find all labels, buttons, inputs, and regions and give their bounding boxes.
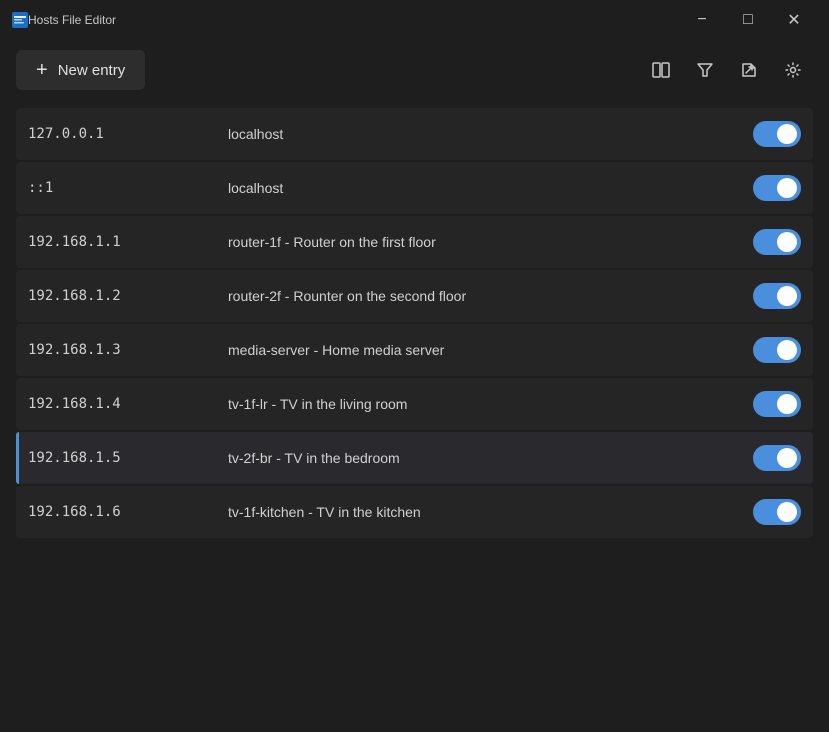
toggle-slider: [753, 175, 801, 201]
table-row[interactable]: 192.168.1.3media-server - Home media ser…: [16, 324, 813, 376]
toggle-slider: [753, 121, 801, 147]
table-row[interactable]: 192.168.1.2router-2f - Rounter on the se…: [16, 270, 813, 322]
settings-icon: [783, 60, 803, 80]
toggle-slider: [753, 229, 801, 255]
toggle-slider: [753, 283, 801, 309]
filter-icon: [695, 60, 715, 80]
entry-hostname: localhost: [228, 180, 753, 196]
entry-ip: 192.168.1.3: [28, 342, 228, 358]
entry-ip: 192.168.1.1: [28, 234, 228, 250]
entry-toggle[interactable]: [753, 283, 801, 309]
toggle-slider: [753, 445, 801, 471]
entry-toggle[interactable]: [753, 337, 801, 363]
split-icon: [651, 60, 671, 80]
close-button[interactable]: ✕: [771, 4, 817, 36]
entry-ip: ::1: [28, 180, 228, 196]
settings-button[interactable]: [773, 50, 813, 90]
toggle-slider: [753, 499, 801, 525]
entry-hostname: localhost: [228, 126, 753, 142]
app-icon: [12, 12, 28, 28]
entry-ip: 192.168.1.2: [28, 288, 228, 304]
title-bar: Hosts File Editor − □ ✕: [0, 0, 829, 40]
plus-icon: +: [36, 60, 48, 80]
entry-hostname: router-2f - Rounter on the second floor: [228, 288, 753, 304]
toolbar: + New entry: [0, 40, 829, 100]
table-row[interactable]: 192.168.1.6tv-1f-kitchen - TV in the kit…: [16, 486, 813, 538]
entry-toggle[interactable]: [753, 175, 801, 201]
export-button[interactable]: [729, 50, 769, 90]
table-row[interactable]: ::1localhost: [16, 162, 813, 214]
entries-list: 127.0.0.1localhost::1localhost192.168.1.…: [0, 100, 829, 548]
app-title: Hosts File Editor: [28, 13, 679, 27]
window-controls: − □ ✕: [679, 4, 817, 36]
entry-toggle[interactable]: [753, 121, 801, 147]
minimize-button[interactable]: −: [679, 4, 725, 36]
table-row[interactable]: 192.168.1.1router-1f - Router on the fir…: [16, 216, 813, 268]
entry-hostname: router-1f - Router on the first floor: [228, 234, 753, 250]
table-row[interactable]: 192.168.1.4tv-1f-lr - TV in the living r…: [16, 378, 813, 430]
toggle-slider: [753, 337, 801, 363]
entry-ip: 192.168.1.4: [28, 396, 228, 412]
table-row[interactable]: 192.168.1.5tv-2f-br - TV in the bedroom: [16, 432, 813, 484]
entry-hostname: tv-1f-lr - TV in the living room: [228, 396, 753, 412]
entry-ip: 192.168.1.6: [28, 504, 228, 520]
maximize-button[interactable]: □: [725, 4, 771, 36]
toolbar-actions: [641, 50, 813, 90]
entry-hostname: media-server - Home media server: [228, 342, 753, 358]
new-entry-button[interactable]: + New entry: [16, 50, 145, 90]
split-view-button[interactable]: [641, 50, 681, 90]
table-row[interactable]: 127.0.0.1localhost: [16, 108, 813, 160]
entry-ip: 192.168.1.5: [28, 450, 228, 466]
toggle-slider: [753, 391, 801, 417]
entry-toggle[interactable]: [753, 499, 801, 525]
filter-button[interactable]: [685, 50, 725, 90]
entry-ip: 127.0.0.1: [28, 126, 228, 142]
entry-hostname: tv-1f-kitchen - TV in the kitchen: [228, 504, 753, 520]
entry-toggle[interactable]: [753, 229, 801, 255]
export-icon: [739, 60, 759, 80]
entry-toggle[interactable]: [753, 391, 801, 417]
entry-toggle[interactable]: [753, 445, 801, 471]
entry-hostname: tv-2f-br - TV in the bedroom: [228, 450, 753, 466]
new-entry-label: New entry: [58, 62, 126, 79]
